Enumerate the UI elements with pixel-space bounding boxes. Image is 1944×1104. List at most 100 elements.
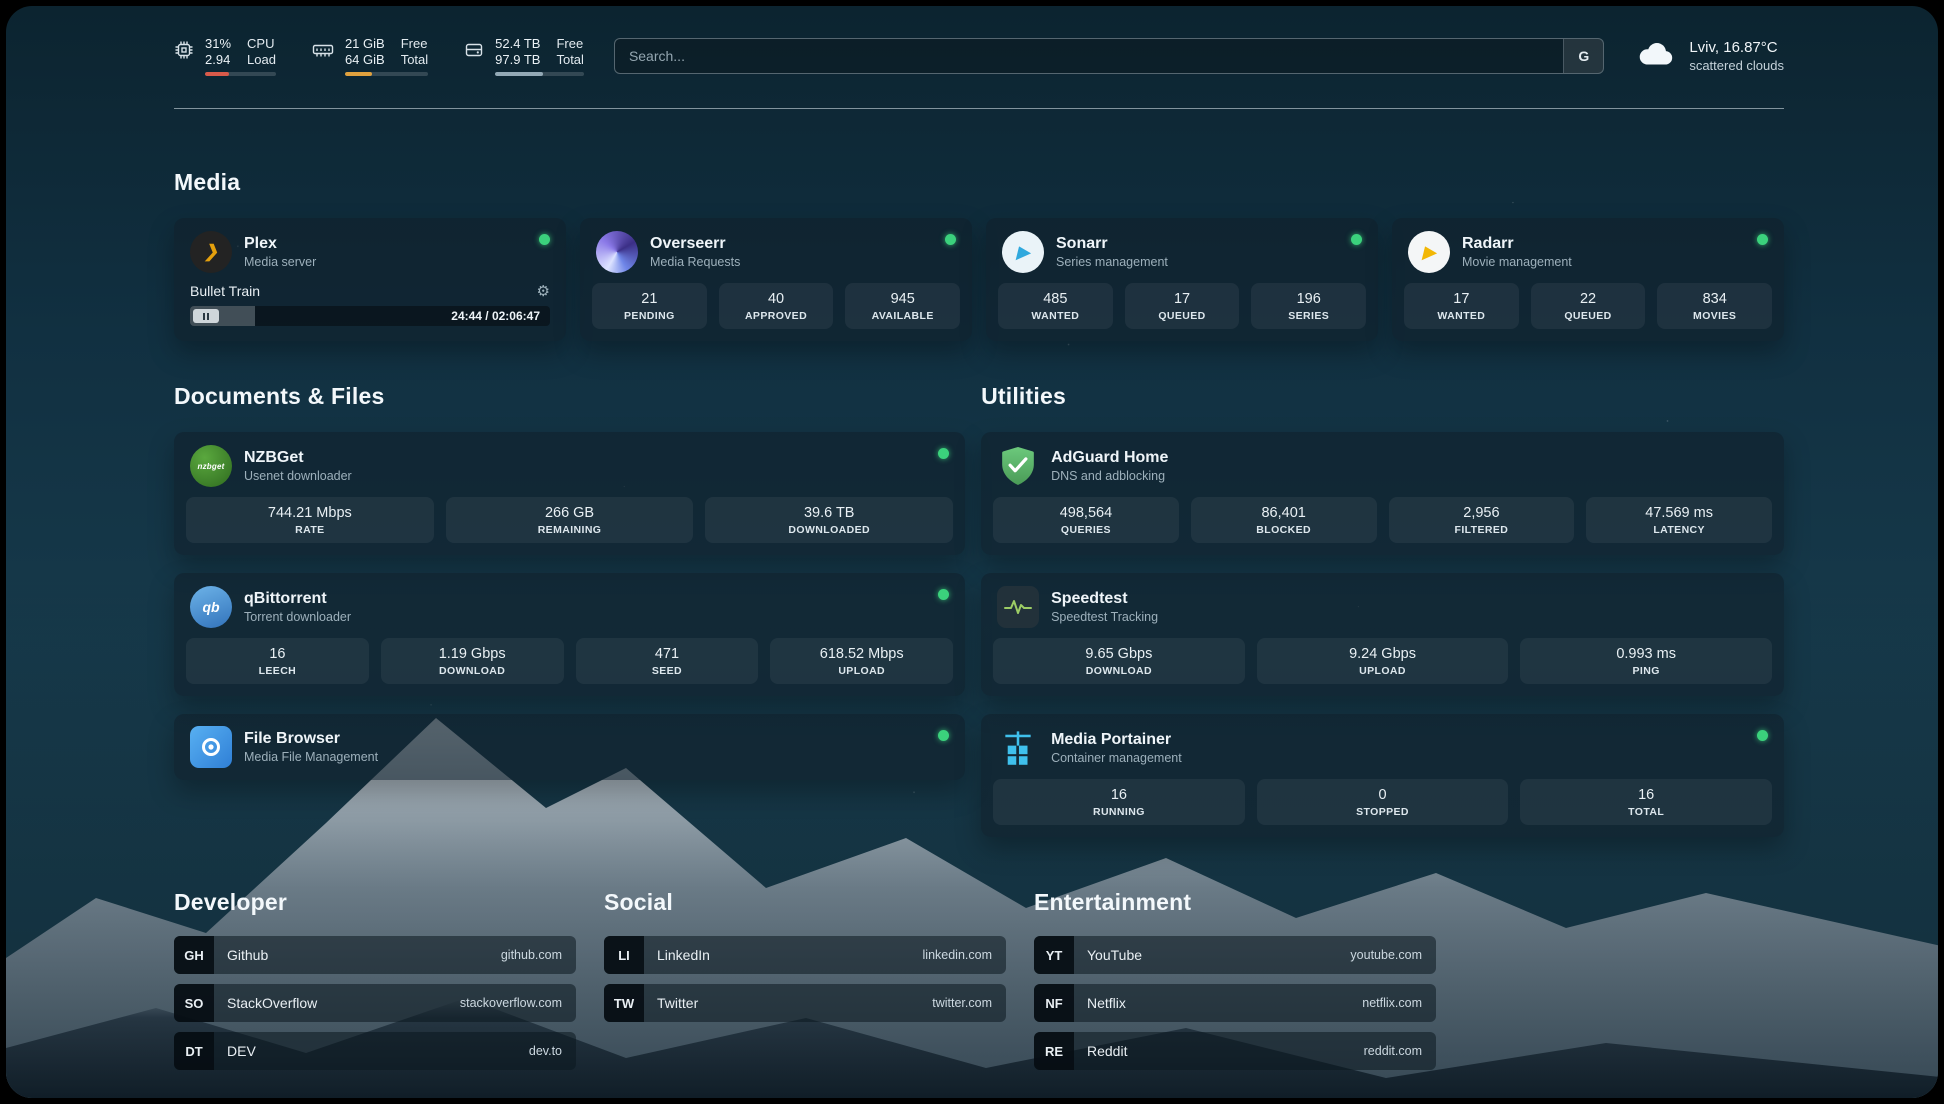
section-utilities: Utilities	[981, 383, 1784, 837]
app-card-nzbget[interactable]: nzbget NZBGet Usenet downloader 744.21 M…	[174, 432, 965, 555]
disk-usage-bar	[495, 72, 584, 76]
bookmark-reddit[interactable]: RE Reddit reddit.com	[1034, 1032, 1436, 1070]
app-card-speedtest[interactable]: Speedtest Speedtest Tracking 9.65 Gbps D…	[981, 573, 1784, 696]
nzbget-icon: nzbget	[190, 445, 232, 487]
section-media: Media ❯ Plex Media server Bullet Tr	[174, 169, 1784, 341]
status-online-dot	[1351, 234, 1362, 245]
pause-icon[interactable]	[193, 309, 219, 323]
overseerr-icon	[596, 231, 638, 273]
reddit-icon: RE	[1034, 1032, 1074, 1070]
top-bar: 31% CPU 2.94 Load 21	[174, 36, 1784, 76]
youtube-icon: YT	[1034, 936, 1074, 974]
stat-leech: 16 LEECH	[186, 638, 369, 684]
app-name: Media Portainer	[1051, 731, 1182, 749]
app-card-filebrowser[interactable]: File Browser Media File Management	[174, 714, 965, 780]
plex-icon: ❯	[190, 231, 232, 273]
section-title-documents: Documents & Files	[174, 383, 965, 410]
cpu-usage-bar	[205, 72, 276, 76]
app-subtitle: Torrent downloader	[244, 610, 351, 624]
section-title-utilities: Utilities	[981, 383, 1784, 410]
search-input[interactable]	[615, 48, 1563, 64]
bookmark-netflix[interactable]: NF Netflix netflix.com	[1034, 984, 1436, 1022]
status-online-dot	[1757, 730, 1768, 741]
system-stats: 31% CPU 2.94 Load 21	[174, 36, 584, 76]
playback-progress-bar[interactable]: 24:44 / 02:06:47	[190, 306, 550, 326]
github-icon: GH	[174, 936, 214, 974]
app-name: qBittorrent	[244, 590, 351, 608]
adguard-shield-icon	[997, 445, 1039, 487]
weather-condition: scattered clouds	[1689, 58, 1784, 73]
disk-widget: 52.4 TB Free 97.9 TB Total	[464, 36, 584, 76]
cpu-load-label: Load	[247, 52, 276, 67]
gear-icon[interactable]: ⚙	[537, 284, 550, 299]
twitter-icon: TW	[604, 984, 644, 1022]
status-online-dot	[945, 234, 956, 245]
linkedin-icon: LI	[604, 936, 644, 974]
app-card-sonarr[interactable]: ▶ Sonarr Series management 485 WANTED	[986, 218, 1378, 341]
disk-free-value: 52.4 TB	[495, 36, 540, 51]
app-subtitle: Series management	[1056, 255, 1168, 269]
app-name: Plex	[244, 235, 316, 253]
section-developer: Developer GH Github github.com SO StackO…	[174, 889, 576, 1070]
stat-rate: 744.21 Mbps RATE	[186, 497, 434, 543]
app-name: AdGuard Home	[1051, 449, 1168, 467]
stat-download: 1.19 Gbps DOWNLOAD	[381, 638, 564, 684]
bookmark-github[interactable]: GH Github github.com	[174, 936, 576, 974]
stat-wanted: 17 WANTED	[1404, 283, 1519, 329]
search-bar: G	[614, 38, 1604, 74]
app-subtitle: Speedtest Tracking	[1051, 610, 1158, 624]
stat-wanted: 485 WANTED	[998, 283, 1113, 329]
app-card-overseerr[interactable]: Overseerr Media Requests 21 PENDING 40 A…	[580, 218, 972, 341]
app-name: Speedtest	[1051, 590, 1158, 608]
app-card-adguard[interactable]: AdGuard Home DNS and adblocking 498,564 …	[981, 432, 1784, 555]
memory-icon	[312, 40, 334, 65]
stat-available: 945 AVAILABLE	[845, 283, 960, 329]
section-title-entertainment: Entertainment	[1034, 889, 1436, 916]
stat-download: 9.65 Gbps DOWNLOAD	[993, 638, 1245, 684]
cpu-usage-label: CPU	[247, 36, 276, 51]
cpu-load-value: 2.94	[205, 52, 231, 67]
app-card-radarr[interactable]: ▶ Radarr Movie management 17 WANTED	[1392, 218, 1784, 341]
stat-queries: 498,564 QUERIES	[993, 497, 1179, 543]
bookmark-stackoverflow[interactable]: SO StackOverflow stackoverflow.com	[174, 984, 576, 1022]
disk-free-label: Free	[556, 36, 583, 51]
app-subtitle: Usenet downloader	[244, 469, 352, 483]
weather-location: Lviv, 16.87°C	[1689, 39, 1784, 56]
stat-queued: 17 QUEUED	[1125, 283, 1240, 329]
bookmark-youtube[interactable]: YT YouTube youtube.com	[1034, 936, 1436, 974]
ram-total-label: Total	[401, 52, 428, 67]
app-subtitle: Media File Management	[244, 750, 378, 764]
now-playing-title: Bullet Train	[190, 283, 260, 299]
app-name: NZBGet	[244, 449, 352, 467]
ram-free-value: 21 GiB	[345, 36, 385, 51]
ram-free-label: Free	[401, 36, 428, 51]
speedtest-icon	[997, 586, 1039, 628]
bookmark-linkedin[interactable]: LI LinkedIn linkedin.com	[604, 936, 1006, 974]
app-card-portainer[interactable]: Media Portainer Container management 16 …	[981, 714, 1784, 837]
app-card-qbittorrent[interactable]: qb qBittorrent Torrent downloader 16 LEE…	[174, 573, 965, 696]
stat-latency: 47.569 ms LATENCY	[1586, 497, 1772, 543]
app-subtitle: Media server	[244, 255, 316, 269]
ram-total-value: 64 GiB	[345, 52, 385, 67]
bookmark-dev[interactable]: DT DEV dev.to	[174, 1032, 576, 1070]
cpu-chip-icon	[174, 40, 194, 65]
search-engine-button[interactable]: G	[1563, 39, 1603, 73]
stat-approved: 40 APPROVED	[719, 283, 834, 329]
bookmark-twitter[interactable]: TW Twitter twitter.com	[604, 984, 1006, 1022]
ram-widget: 21 GiB Free 64 GiB Total	[312, 36, 428, 76]
ram-usage-bar	[345, 72, 428, 76]
app-name: Radarr	[1462, 235, 1572, 253]
stat-seed: 471 SEED	[576, 638, 759, 684]
app-name: File Browser	[244, 730, 378, 748]
stat-total: 16 TOTAL	[1520, 779, 1772, 825]
stat-downloaded: 39.6 TB DOWNLOADED	[705, 497, 953, 543]
section-title-media: Media	[174, 169, 1784, 196]
section-entertainment: Entertainment YT YouTube youtube.com NF …	[1034, 889, 1436, 1070]
app-card-plex[interactable]: ❯ Plex Media server Bullet Train ⚙	[174, 218, 566, 341]
stackoverflow-icon: SO	[174, 984, 214, 1022]
plex-now-playing: Bullet Train ⚙ 24:44 / 02:06:47	[174, 283, 566, 339]
dev-icon: DT	[174, 1032, 214, 1070]
cloud-icon	[1634, 40, 1676, 73]
weather-widget: Lviv, 16.87°C scattered clouds	[1634, 39, 1784, 73]
stat-upload: 618.52 Mbps UPLOAD	[770, 638, 953, 684]
